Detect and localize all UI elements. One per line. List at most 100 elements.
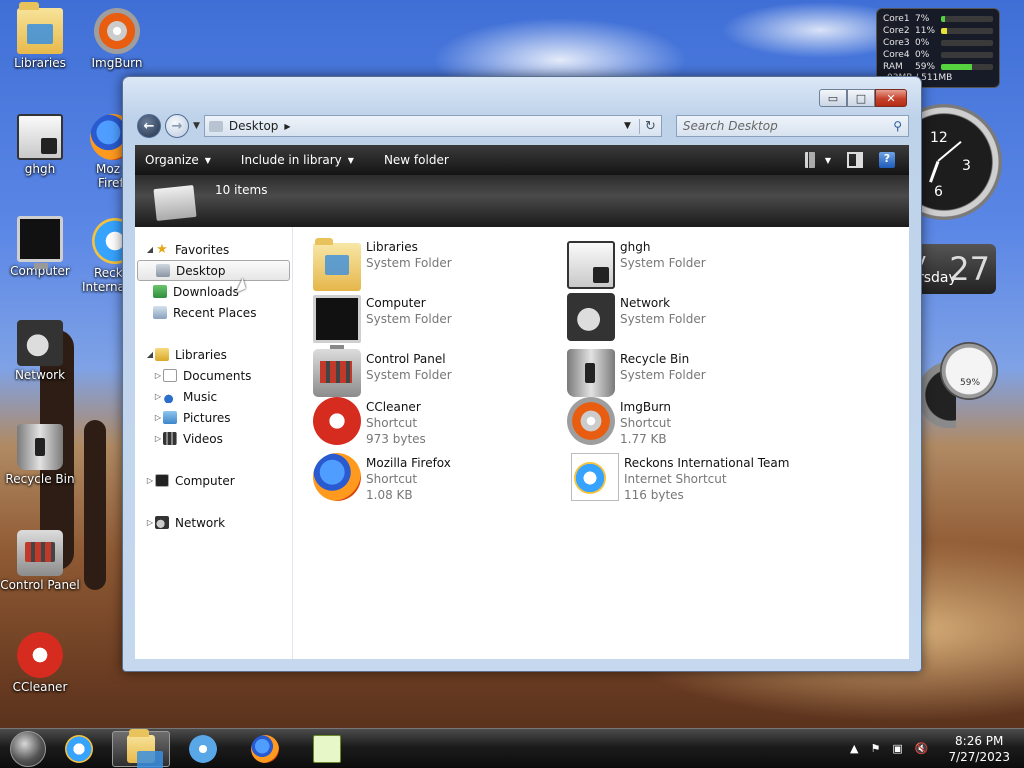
desktop-icon-ccleaner[interactable]: CCleaner xyxy=(0,632,80,694)
expand-arrow-icon[interactable]: ▷ xyxy=(153,434,163,443)
nav-network[interactable]: ▷ Network xyxy=(135,512,292,533)
expand-arrow-icon[interactable]: ▷ xyxy=(153,392,163,401)
firefox-icon xyxy=(90,114,124,160)
desktop-icon-recycle-bin[interactable]: Recycle Bin xyxy=(0,424,80,486)
desktop-icon-label: ghgh xyxy=(24,162,56,176)
new-folder-button[interactable]: New folder xyxy=(384,153,449,167)
taskbar-media-player-button[interactable] xyxy=(174,731,232,767)
file-item-recycle-bin[interactable]: Recycle Bin System Folder xyxy=(567,349,817,401)
expand-arrow-icon[interactable]: ▷ xyxy=(153,413,163,422)
desktop-icon-sublabel: Internat xyxy=(82,280,124,294)
nav-label: Libraries xyxy=(175,347,227,362)
navigation-pane[interactable]: ◢ ★ Favorites Desktop Downloads Recent P… xyxy=(135,227,293,659)
nav-libraries[interactable]: ◢ Libraries xyxy=(135,344,292,365)
action-center-flag-icon[interactable]: ⚑ xyxy=(870,742,880,755)
taskbar-notepad-button[interactable] xyxy=(298,731,356,767)
nav-pictures[interactable]: ▷ Pictures xyxy=(135,407,292,428)
start-button[interactable] xyxy=(10,730,46,767)
desktop-icon-computer[interactable]: Computer xyxy=(0,216,80,278)
file-item-libraries[interactable]: Libraries System Folder xyxy=(313,237,563,291)
recent-places-icon xyxy=(153,306,167,319)
cpu-bar xyxy=(941,16,993,22)
nav-computer[interactable]: ▷ Computer xyxy=(135,470,292,491)
nav-documents[interactable]: ▷ Documents xyxy=(135,365,292,386)
explorer-window[interactable]: ▭ □ ✕ ← → ▼ Desktop ▶ ▼ ↻ Search Desktop… xyxy=(122,76,922,672)
item-count: 10 items xyxy=(215,183,268,197)
command-bar: Organize ▼ Include in library ▼ New fold… xyxy=(135,145,909,175)
include-in-library-button[interactable]: Include in library ▼ xyxy=(241,153,354,167)
tree-trunk xyxy=(84,420,106,590)
volume-muted-icon[interactable]: 🔇 xyxy=(915,742,929,755)
file-item-imgburn[interactable]: ImgBurn Shortcut 1.77 KB xyxy=(567,397,817,449)
search-box[interactable]: Search Desktop ⚲ xyxy=(675,115,909,137)
nav-desktop[interactable]: Desktop xyxy=(137,260,290,281)
expand-arrow-icon[interactable]: ▷ xyxy=(145,476,155,485)
taskbar-firefox-button[interactable] xyxy=(236,731,294,767)
preview-pane-icon[interactable] xyxy=(847,152,863,168)
show-hidden-icons-icon[interactable]: ▲ xyxy=(850,742,858,755)
nav-label: Desktop xyxy=(176,263,226,278)
file-item-network[interactable]: Network System Folder xyxy=(567,293,817,345)
meter-gadget[interactable]: 59% xyxy=(940,342,998,400)
change-view-icon[interactable] xyxy=(804,152,815,168)
address-bar[interactable]: Desktop ▶ ▼ ↻ xyxy=(203,115,662,137)
nav-music[interactable]: ▷ Music xyxy=(135,386,292,407)
address-dropdown-icon[interactable]: ▼ xyxy=(624,121,631,131)
taskbar-ie-button[interactable] xyxy=(50,731,108,767)
help-icon[interactable]: ? xyxy=(879,152,895,168)
nav-videos[interactable]: ▷ Videos xyxy=(135,428,292,449)
file-item-ccleaner[interactable]: CCleaner Shortcut 973 bytes xyxy=(313,397,563,449)
file-name: Recycle Bin xyxy=(620,352,690,366)
desktop-icon-firefox[interactable]: Moz Firef xyxy=(78,114,124,190)
view-options-dropdown-icon[interactable]: ▼ xyxy=(825,156,831,165)
recent-pages-dropdown[interactable]: ▼ xyxy=(193,121,200,131)
desktop-icon-control-panel[interactable]: Control Panel xyxy=(0,530,80,592)
clock-hour-hand xyxy=(929,160,940,183)
desktop-icon-libraries[interactable]: Libraries xyxy=(0,2,80,70)
forward-button[interactable]: → xyxy=(165,114,189,138)
taskbar-explorer-button[interactable] xyxy=(112,728,170,768)
chevron-down-icon: ▼ xyxy=(204,155,211,165)
computer-icon xyxy=(17,216,63,269)
desktop-icon-reckons[interactable]: Reck Internat xyxy=(80,218,124,294)
desktop-folder-icon xyxy=(153,184,197,222)
calendar-date: 27 xyxy=(949,250,990,288)
file-type: System Folder xyxy=(366,368,452,382)
file-item-ghgh[interactable]: ghgh System Folder xyxy=(567,237,817,289)
nav-label: Computer xyxy=(175,473,235,488)
breadcrumb-desktop[interactable]: Desktop xyxy=(229,119,279,133)
refresh-icon[interactable]: ↻ xyxy=(638,118,661,134)
nav-favorites[interactable]: ◢ ★ Favorites xyxy=(135,239,292,260)
file-name: Network xyxy=(620,296,671,310)
back-button[interactable]: ← xyxy=(137,114,161,138)
maximize-button[interactable]: □ xyxy=(847,89,875,107)
firefox-icon xyxy=(251,734,279,763)
breadcrumb-arrow-icon[interactable]: ▶ xyxy=(284,122,290,131)
desktop-icon-network[interactable]: Network xyxy=(0,320,80,382)
file-item-computer[interactable]: Computer System Folder xyxy=(313,293,563,350)
close-button[interactable]: ✕ xyxy=(875,89,907,107)
file-item-control-panel[interactable]: Control Panel System Folder xyxy=(313,349,563,401)
file-item-mozilla-firefox[interactable]: Mozilla Firefox Shortcut 1.08 KB xyxy=(313,453,563,505)
nav-recent-places[interactable]: Recent Places xyxy=(135,302,292,323)
desktop-icon-imgburn[interactable]: ImgBurn xyxy=(77,8,157,70)
cpu-bar-fill xyxy=(941,28,947,34)
ie-icon xyxy=(92,218,124,264)
expand-arrow-icon[interactable]: ▷ xyxy=(145,518,155,527)
collapse-arrow-icon[interactable]: ◢ xyxy=(145,350,155,359)
desktop-icon-ghgh[interactable]: ghgh xyxy=(0,114,80,176)
meter-value: 59% xyxy=(960,378,981,388)
minimize-button[interactable]: ▭ xyxy=(819,89,847,107)
file-list[interactable]: Libraries System Folder ghgh System Folder… xyxy=(293,227,909,659)
network-icon xyxy=(17,320,63,366)
network-tray-icon[interactable]: ▣ xyxy=(892,742,902,755)
media-player-icon xyxy=(189,734,217,763)
nav-downloads[interactable]: Downloads xyxy=(135,281,292,302)
file-item-reckons-international-team[interactable]: Reckons International Team Internet Short… xyxy=(567,453,817,505)
collapse-arrow-icon[interactable]: ◢ xyxy=(145,245,155,254)
taskbar-clock[interactable]: 8:26 PM 7/27/2023 xyxy=(948,733,1010,765)
search-icon[interactable]: ⚲ xyxy=(893,119,902,133)
file-type: Shortcut xyxy=(620,416,672,430)
organize-button[interactable]: Organize ▼ xyxy=(145,153,211,167)
expand-arrow-icon[interactable]: ▷ xyxy=(153,371,163,380)
